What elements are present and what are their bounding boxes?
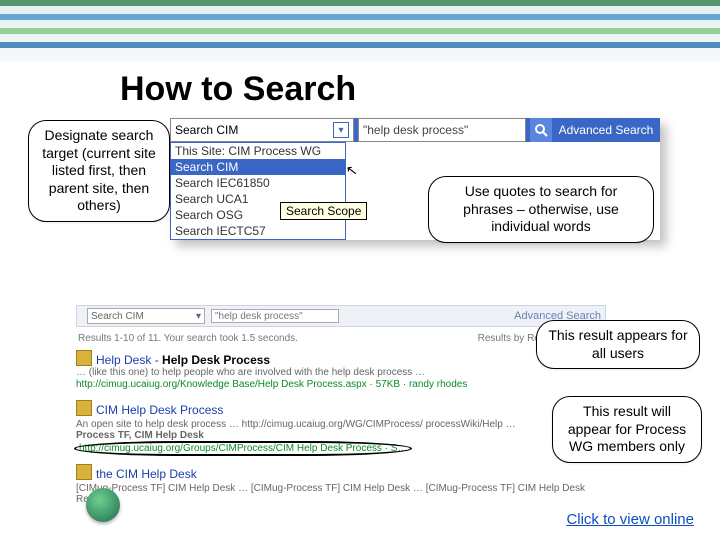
callout-allusers: This result appears for all users (536, 320, 700, 369)
header-banner (0, 0, 720, 62)
page-icon (76, 400, 92, 416)
search-results: Search CIM▾ "help desk process" Advanced… (76, 305, 606, 506)
result-url-circled: http://cimug.ucaiug.org/Groups/CIMProces… (76, 443, 410, 454)
scope-option[interactable]: Search IEC61850 (171, 175, 345, 191)
result-item[interactable]: Help Desk - Help Desk Process … (like th… (76, 350, 606, 390)
search-go-button[interactable] (530, 118, 552, 142)
results-count: Results 1-10 of 11. Your search took 1.5… (78, 333, 298, 344)
scope-option[interactable]: This Site: CIM Process WG (171, 143, 345, 159)
scope-option-selected[interactable]: Search CIM (171, 159, 345, 175)
view-online-link[interactable]: Click to view online (566, 511, 694, 528)
callout-quotes: Use quotes to search for phrases – other… (428, 176, 654, 243)
search-scope-dropdown[interactable]: This Site: CIM Process WG Search CIM Sea… (170, 142, 346, 240)
magnifier-icon (534, 123, 548, 137)
scope-option[interactable]: Search IECTC57 (171, 223, 345, 239)
cursor-icon: ↖ (345, 161, 359, 179)
scope-selected-label: Search CIM (175, 123, 238, 137)
search-input[interactable]: "help desk process" (358, 118, 526, 142)
callout-members: This result will appear for Process WG m… (552, 396, 702, 463)
page-icon (76, 350, 92, 366)
result-url: http://cimug.ucaiug.org/Knowledge Base/H… (76, 379, 606, 390)
tooltip-search-scope: Search Scope (280, 202, 367, 220)
search-scope-select[interactable]: Search CIM ▾ (170, 118, 354, 142)
results-query[interactable]: "help desk process" (211, 309, 339, 323)
advanced-search-link[interactable]: Advanced Search (552, 118, 660, 142)
page-icon (76, 464, 92, 480)
result-item[interactable]: the CIM Help Desk [CIMug-Process TF] CIM… (76, 464, 606, 506)
page-title: How to Search (120, 70, 720, 109)
chevron-down-icon: ▾ (196, 311, 201, 322)
results-scope-select[interactable]: Search CIM▾ (87, 308, 205, 324)
callout-scope: Designate search target (current site li… (28, 120, 170, 222)
result-item[interactable]: CIM Help Desk Process An open site to he… (76, 400, 606, 454)
results-topbar: Search CIM▾ "help desk process" Advanced… (76, 305, 606, 327)
result-snippet: … (like this one) to help people who are… (76, 367, 606, 379)
chevron-down-icon: ▾ (333, 122, 349, 138)
logo-icon (86, 488, 120, 522)
